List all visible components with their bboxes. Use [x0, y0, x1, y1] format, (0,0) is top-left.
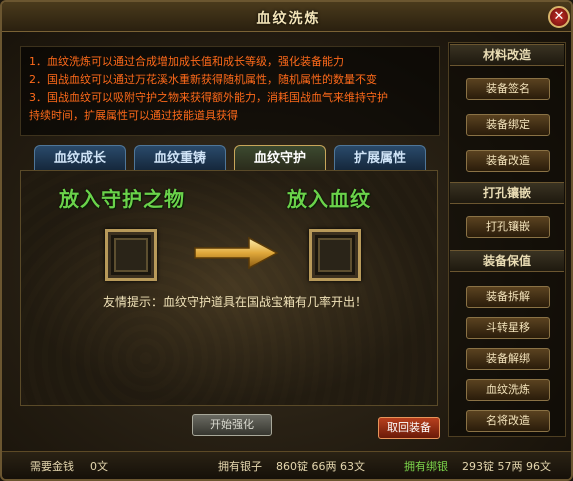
description-line: 3．国战血纹可以吸附守护之物来获得额外能力，消耗国战血气来维持守护 [29, 91, 388, 104]
sidebar-item-unbind[interactable]: 装备解绑 [466, 348, 550, 370]
description-box: 1．血纹洗炼可以通过合成增加成长值和成长等级，强化装备能力 2．国战血纹可以通过… [20, 46, 440, 136]
friendly-tip: 友情提示：血纹守护道具在国战宝箱有几率开出！ [103, 295, 368, 309]
sidebar-header-preserve: 装备保值 [450, 250, 564, 272]
sidebar-item-general-modify[interactable]: 名将改造 [466, 410, 550, 432]
bound-silver-label: 拥有绑银 [404, 460, 448, 473]
description-line: 持续时间，扩展属性可以通过技能道具获得 [29, 109, 238, 122]
blood-slot[interactable] [309, 229, 361, 281]
silver-value: 860锭 66两 63文 [276, 460, 365, 473]
sidebar-item-equip-sign[interactable]: 装备签名 [466, 78, 550, 100]
description-line: 1．血纹洗炼可以通过合成增加成长值和成长等级，强化装备能力 [29, 55, 344, 68]
guard-panel: 放入守护之物 放入血纹 友情提示：血纹守护道具在国战宝箱有几率开出！ [20, 170, 438, 406]
close-icon[interactable]: ✕ [548, 6, 570, 28]
slot-frame [318, 238, 352, 272]
cost-value: 0文 [90, 460, 108, 473]
sidebar-item-disassemble[interactable]: 装备拆解 [466, 286, 550, 308]
sidebar-header-material: 材料改造 [450, 44, 564, 66]
sidebar [448, 42, 566, 437]
arrow-right-icon [194, 236, 279, 270]
tab-blood-growth[interactable]: 血纹成长 [34, 145, 126, 171]
title-bar[interactable]: 血纹洗炼 ✕ [2, 2, 571, 32]
sidebar-item-blood-refine[interactable]: 血纹洗炼 [466, 379, 550, 401]
window-title: 血纹洗炼 [256, 11, 321, 27]
sidebar-item-socket[interactable]: 打孔镶嵌 [466, 216, 550, 238]
tab-blood-reforge[interactable]: 血纹重铸 [134, 145, 226, 171]
guard-item-slot-title: 放入守护之物 [59, 187, 185, 211]
guard-item-slot[interactable] [105, 229, 157, 281]
sidebar-item-star-shift[interactable]: 斗转星移 [466, 317, 550, 339]
retrieve-equipment-button[interactable]: 取回装备 [378, 417, 440, 439]
silver-label: 拥有银子 [218, 460, 262, 473]
start-refine-button[interactable]: 开始强化 [192, 414, 272, 436]
sidebar-item-equip-bind[interactable]: 装备绑定 [466, 114, 550, 136]
description-line: 2．国战血纹可以通过万花溪水重新获得随机属性，随机属性的数量不变 [29, 73, 377, 86]
tab-blood-guard[interactable]: 血纹守护 [234, 145, 326, 171]
tab-extend-attributes[interactable]: 扩展属性 [334, 145, 426, 171]
refine-window: 血纹洗炼 ✕ 1．血纹洗炼可以通过合成增加成长值和成长等级，强化装备能力 2．国… [0, 0, 573, 481]
bound-silver-value: 293锭 57两 96文 [462, 460, 551, 473]
slot-frame [114, 238, 148, 272]
cost-label: 需要金钱 [30, 460, 74, 473]
blood-slot-title: 放入血纹 [287, 187, 371, 211]
sidebar-header-socket: 打孔镶嵌 [450, 182, 564, 204]
sidebar-item-equip-modify[interactable]: 装备改造 [466, 150, 550, 172]
